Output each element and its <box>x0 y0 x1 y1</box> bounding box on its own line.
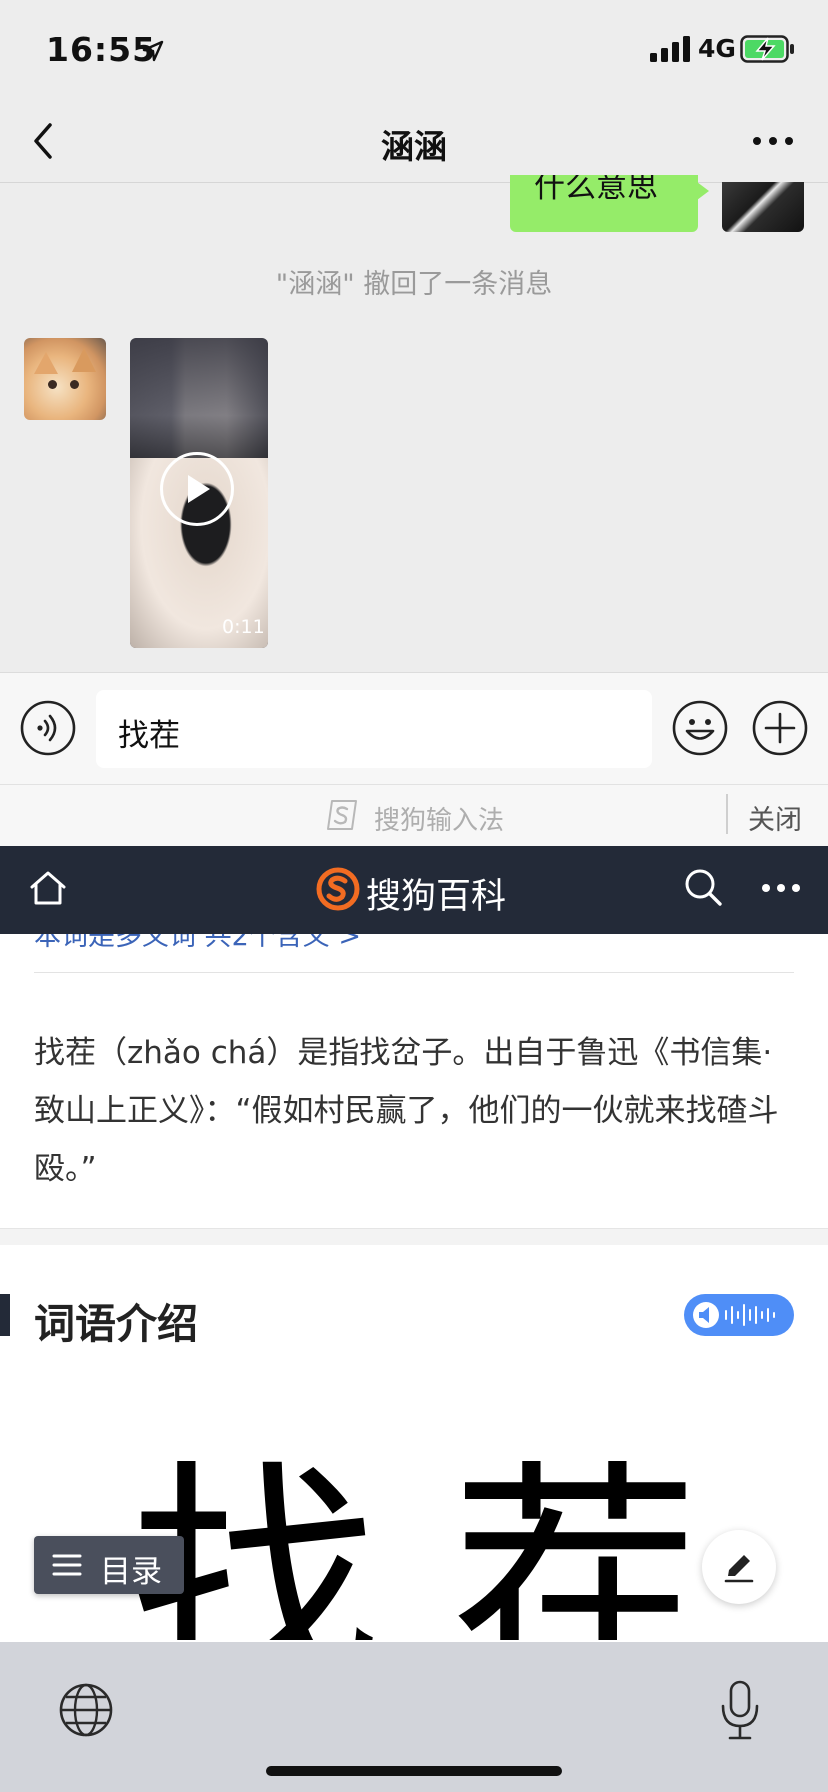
more-options-icon[interactable] <box>748 126 798 156</box>
battery-charging-icon <box>740 35 794 63</box>
sogou-ime-logo-icon <box>327 800 357 830</box>
bubble-tail <box>697 182 709 200</box>
recall-notice: "涵涵" 撤回了一条消息 <box>275 269 553 300</box>
sogou-logo-icon <box>316 867 360 911</box>
pencil-icon <box>724 1555 754 1583</box>
outgoing-message-text: 什么意思 <box>534 175 658 205</box>
self-avatar[interactable] <box>722 182 804 232</box>
toc-label: 目录 <box>100 1554 162 1590</box>
plus-icon[interactable] <box>752 700 808 756</box>
globe-icon[interactable] <box>58 1682 114 1738</box>
location-arrow-icon <box>142 40 164 62</box>
emoji-icon[interactable] <box>672 700 728 756</box>
status-time: 16:55 <box>46 30 157 69</box>
home-icon[interactable] <box>28 868 68 908</box>
divider <box>34 972 794 973</box>
peer-avatar[interactable] <box>24 338 106 420</box>
speaker-waveform-icon <box>693 1302 775 1328</box>
search-icon[interactable] <box>682 866 724 908</box>
ime-divider <box>726 794 728 834</box>
message-text-input[interactable]: 找茬 <box>96 690 652 768</box>
cellular-signal-icon <box>650 36 690 62</box>
cut-text-clip: 本词是多义词 共2个含义 > <box>0 934 828 950</box>
message-input-value: 找茬 <box>118 718 180 754</box>
video-duration: 0:11 <box>222 616 265 638</box>
section-accent-bar <box>0 1294 10 1336</box>
pronunciation-audio-button[interactable] <box>684 1294 794 1336</box>
big-character: 茬 <box>450 1460 700 1640</box>
edit-button[interactable] <box>702 1530 776 1604</box>
avatar-cat-eye <box>70 380 79 389</box>
polysemy-link[interactable]: 本词是多义词 共2个含义 > <box>34 934 361 950</box>
definition-text: 找茬（zhǎo chá）是指找岔子。出自于鲁迅《书信集·致山上正义》：“假如村民… <box>34 1035 779 1187</box>
section-spacer <box>0 1228 828 1245</box>
ime-close-button[interactable]: 关闭 <box>748 798 802 837</box>
play-icon <box>188 475 210 503</box>
ime-name: 搜狗输入法 <box>374 806 505 836</box>
section-title: 词语介绍 <box>34 1300 198 1348</box>
avatar-cat-ear <box>34 352 58 374</box>
home-indicator[interactable] <box>266 1766 562 1776</box>
avatar-cat-ear <box>72 348 96 372</box>
baike-more-icon[interactable] <box>760 880 802 896</box>
outgoing-message-bubble[interactable]: 什么意思 <box>510 175 698 232</box>
voice-input-icon[interactable] <box>20 700 76 756</box>
avatar-cat-eye <box>48 380 57 389</box>
menu-icon <box>52 1554 82 1576</box>
baike-title: 搜狗百科 <box>366 877 507 917</box>
network-type: 4G <box>698 34 736 63</box>
chat-title: 涵涵 <box>381 127 447 166</box>
microphone-icon[interactable] <box>718 1678 762 1742</box>
